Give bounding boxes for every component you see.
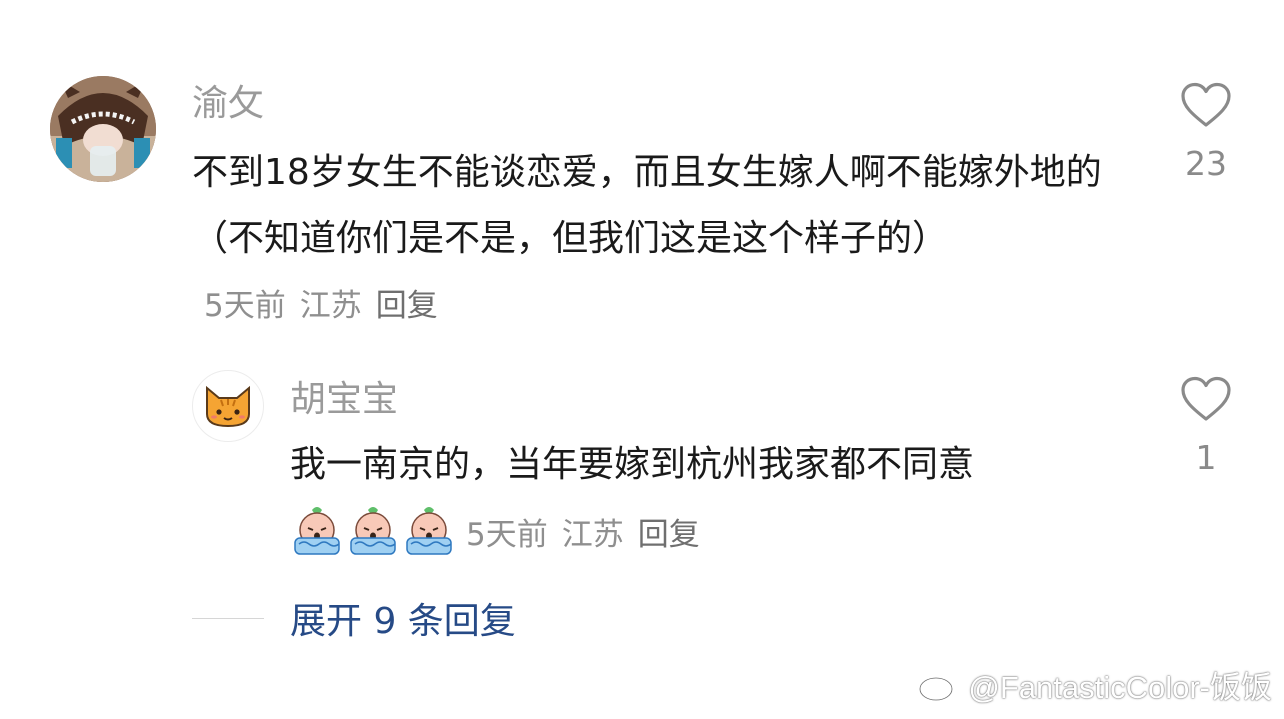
expand-replies-button[interactable]: 展开 9 条回复 bbox=[290, 592, 516, 644]
photo-avatar-icon bbox=[50, 76, 156, 182]
comment-meta: 5天前 江苏 回复 bbox=[204, 288, 452, 324]
reply-button[interactable]: 回复 bbox=[638, 517, 700, 553]
reply-button[interactable]: 回复 bbox=[376, 288, 438, 324]
like-count: 23 bbox=[1185, 144, 1227, 183]
reply-meta: 5天前 江苏 回复 bbox=[466, 509, 714, 554]
reply-username[interactable]: 胡宝宝 bbox=[290, 382, 398, 418]
comment-body: 不到18岁女生不能谈恋爱，而且女生嫁人啊不能嫁外地的（不知道你们是不是，但我们这… bbox=[192, 152, 1102, 259]
avatar[interactable] bbox=[192, 370, 264, 442]
comment-location: 江苏 bbox=[299, 288, 362, 324]
emoji-row bbox=[290, 504, 458, 558]
crying-emoji-icon bbox=[350, 507, 396, 555]
comment-username[interactable]: 渝攵 bbox=[192, 86, 264, 122]
weibo-logo-icon bbox=[919, 666, 963, 701]
like-button[interactable]: 23 bbox=[1161, 82, 1251, 183]
like-button[interactable]: 1 bbox=[1161, 376, 1251, 477]
heart-icon[interactable] bbox=[1180, 82, 1232, 128]
avatar[interactable] bbox=[50, 76, 156, 182]
cat-avatar-icon bbox=[206, 385, 250, 428]
comment-thread: 渝攵 不到18岁女生不能谈恋爱，而且女生嫁人啊不能嫁外地的（不知道你们是不是，但… bbox=[0, 0, 1284, 719]
like-count: 1 bbox=[1195, 438, 1217, 477]
divider bbox=[192, 617, 264, 619]
watermark-text: @FantasticColor-饭饭 bbox=[968, 670, 1272, 705]
reply-meta-row: 5天前 江苏 回复 bbox=[290, 500, 714, 562]
reply-body: 我一南京的，当年要嫁到杭州我家都不同意 bbox=[290, 444, 975, 485]
heart-icon[interactable] bbox=[1180, 376, 1232, 422]
watermark: @FantasticColor-饭饭 bbox=[918, 662, 1272, 707]
expand-replies-row[interactable]: 展开 9 条回复 bbox=[192, 592, 516, 644]
comment-time: 5天前 bbox=[204, 288, 286, 324]
comment-text: 不到18岁女生不能谈恋爱，而且女生嫁人啊不能嫁外地的（不知道你们是不是，但我们这… bbox=[192, 140, 1112, 339]
reply-location: 江苏 bbox=[561, 516, 624, 553]
reply-time: 5天前 bbox=[466, 516, 548, 553]
crying-emoji-icon bbox=[406, 507, 452, 555]
crying-emoji-icon bbox=[294, 507, 340, 555]
